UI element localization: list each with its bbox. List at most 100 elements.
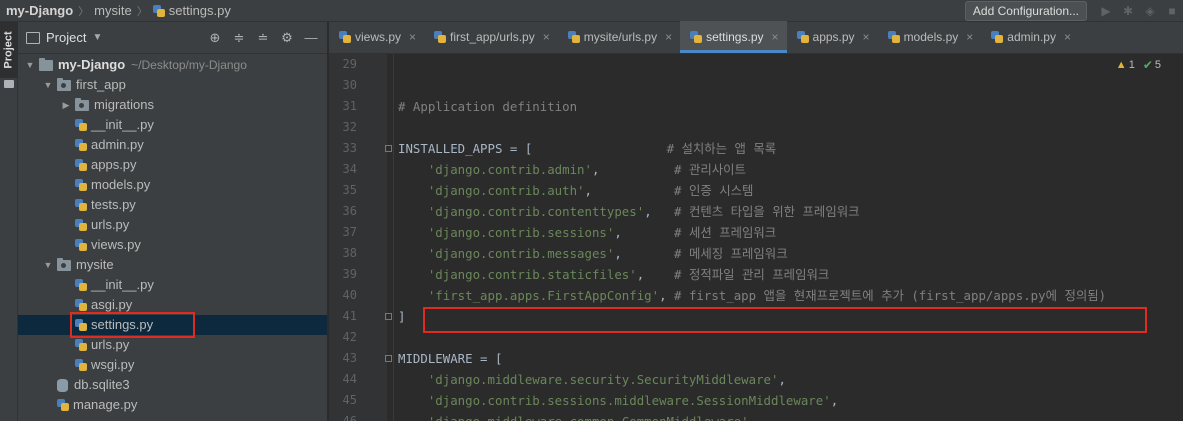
close-icon[interactable]: × — [409, 30, 416, 44]
close-icon[interactable]: × — [1064, 30, 1071, 44]
code-token: , — [644, 204, 675, 219]
locate-icon[interactable]: ⊕ — [203, 30, 227, 46]
tree-item[interactable]: ▼ first_app — [18, 75, 327, 95]
gear-icon[interactable]: ⚙ — [275, 30, 299, 46]
code-line[interactable]: 'django.contrib.sessions.middleware.Sess… — [398, 390, 838, 411]
close-icon[interactable]: × — [772, 30, 779, 44]
breadcrumb-project[interactable]: my-Django — [6, 3, 73, 18]
editor-tab[interactable]: mysite/urls.py × — [558, 21, 680, 53]
tool-window-strip: Project — [0, 22, 18, 421]
tree-item[interactable]: views.py — [18, 235, 327, 255]
line-number: 42 — [342, 330, 357, 344]
editor-tab[interactable]: apps.py × — [787, 21, 878, 53]
code-line[interactable]: 'django.contrib.contenttypes', # 컨텐츠 타입을… — [398, 201, 860, 222]
fold-marker-icon[interactable] — [385, 355, 392, 362]
breadcrumb-folder[interactable]: mysite — [94, 3, 132, 18]
code-token: , — [614, 225, 675, 240]
python-file-icon — [75, 219, 87, 231]
minimize-icon[interactable]: — — [299, 30, 323, 45]
chevron-down-icon[interactable]: ▼ — [42, 75, 54, 95]
inspection-widget[interactable]: ▲ 1 ✔ 5 — [1116, 58, 1161, 72]
line-number: 32 — [342, 120, 357, 134]
close-icon[interactable]: × — [665, 30, 672, 44]
database-icon — [57, 378, 68, 392]
package-icon — [57, 257, 71, 271]
tree-item[interactable]: manage.py — [18, 395, 327, 415]
navigation-bar: my-Django 〉 mysite 〉 settings.py Add Con… — [0, 0, 1183, 22]
tree-item[interactable]: ▼ my-Django ~/Desktop/my-Django — [18, 55, 327, 75]
breadcrumb-file[interactable]: settings.py — [169, 3, 231, 18]
tree-item[interactable]: admin.py — [18, 135, 327, 155]
code-line[interactable]: 'django.middleware.common.CommonMiddlewa… — [398, 411, 756, 421]
run-icon[interactable]: ▶ — [1095, 0, 1117, 22]
python-file-icon — [796, 31, 809, 43]
code-comment: # 세션 프레임워크 — [674, 225, 777, 240]
tree-item[interactable]: ▼ mysite — [18, 255, 327, 275]
folder-icon — [4, 80, 14, 88]
expand-all-icon[interactable]: ≑ — [227, 30, 251, 46]
string-literal: 'django.contrib.admin' — [427, 162, 592, 177]
tree-item[interactable]: tests.py — [18, 195, 327, 215]
tree-item[interactable]: __init__.py — [18, 115, 327, 135]
tree-item[interactable]: asgi.py — [18, 295, 327, 315]
chevron-right-icon[interactable]: ▶ — [60, 95, 72, 115]
tree-item-label: __init__.py — [91, 117, 154, 132]
tree-item-label: manage.py — [73, 397, 138, 412]
code-comment: # first_app 앱을 현재프로젝트에 추가 (first_app/app… — [674, 288, 1107, 303]
chevron-down-icon[interactable]: ▼ — [24, 55, 36, 75]
project-tool-button[interactable]: Project — [0, 22, 18, 78]
editor-tab[interactable]: settings.py × — [680, 21, 787, 53]
code-token: , — [591, 162, 675, 177]
tree-item[interactable]: urls.py — [18, 335, 327, 355]
line-number: 45 — [342, 393, 357, 407]
code-line[interactable]: 'django.middleware.security.SecurityMidd… — [398, 369, 786, 390]
tree-item[interactable]: db.sqlite3 — [18, 375, 327, 395]
code-line[interactable]: 'django.contrib.staticfiles', # 정적파일 관리 … — [398, 264, 829, 285]
add-configuration-button[interactable]: Add Configuration... — [964, 0, 1087, 21]
tree-item[interactable]: apps.py — [18, 155, 327, 175]
tree-item[interactable]: models.py — [18, 175, 327, 195]
code-line[interactable]: ] — [398, 306, 405, 327]
code-line[interactable]: 'django.contrib.auth', # 인증 시스템 — [398, 180, 754, 201]
editor-tab[interactable]: views.py × — [329, 21, 424, 53]
code-area[interactable]: ▲ 1 ✔ 5 29 30 31 # Application definition 32… — [329, 54, 1183, 421]
code-line[interactable]: # Application definition — [398, 96, 577, 117]
tree-item[interactable]: ▶ migrations — [18, 95, 327, 115]
editor-tab[interactable]: admin.py × — [981, 21, 1079, 53]
tree-item[interactable]: settings.py — [18, 315, 327, 335]
code-line[interactable]: MIDDLEWARE = [ — [398, 348, 502, 369]
fold-marker-icon[interactable] — [385, 313, 392, 320]
tree-item-label: urls.py — [91, 217, 130, 232]
tree-item-label: asgi.py — [91, 297, 133, 312]
code-line[interactable]: 'django.contrib.messages', # 메세징 프레임워크 — [398, 243, 788, 264]
python-file-icon — [75, 139, 87, 151]
coverage-icon[interactable]: ◈ — [1139, 0, 1161, 22]
close-icon[interactable]: × — [543, 30, 550, 44]
code-line[interactable]: INSTALLED_APPS = [ # 설치하는 앱 목록 — [398, 138, 776, 159]
editor-tab[interactable]: first_app/urls.py × — [424, 21, 558, 53]
project-panel-title[interactable]: Project — [46, 30, 86, 45]
debug-icon[interactable]: ✱ — [1117, 0, 1139, 22]
close-icon[interactable]: × — [863, 30, 870, 44]
line-number: 30 — [342, 78, 357, 92]
code-line[interactable]: 'django.contrib.sessions', # 세션 프레임워크 — [398, 222, 776, 243]
code-line[interactable]: 'first_app.apps.FirstAppConfig', # first… — [398, 285, 1106, 306]
python-file-icon — [75, 279, 87, 291]
editor-tab[interactable]: models.py × — [878, 21, 982, 53]
fold-marker-icon[interactable] — [385, 145, 392, 152]
code-line[interactable]: 'django.contrib.admin', # 관리사이트 — [398, 159, 746, 180]
close-icon[interactable]: × — [966, 30, 973, 44]
python-file-icon — [75, 159, 87, 171]
stop-icon[interactable]: ■ — [1161, 0, 1183, 22]
tree-item[interactable]: urls.py — [18, 215, 327, 235]
chevron-down-icon[interactable]: ▼ — [42, 255, 54, 275]
collapse-all-icon[interactable]: ≐ — [251, 30, 275, 46]
editor-scrollbar[interactable] — [1171, 54, 1183, 421]
tree-item[interactable]: wsgi.py — [18, 355, 327, 375]
tree-item[interactable]: __init__.py — [18, 275, 327, 295]
chevron-down-icon[interactable]: ▼ — [92, 32, 102, 43]
